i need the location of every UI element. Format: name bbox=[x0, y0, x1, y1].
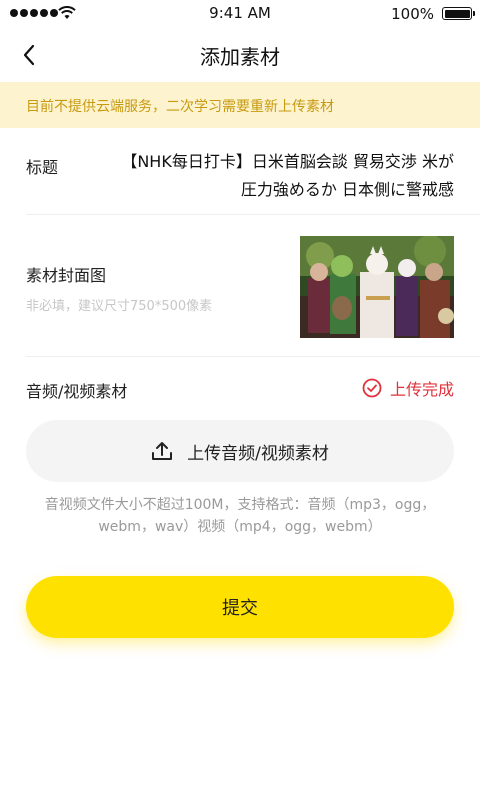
cover-photo-illustration bbox=[300, 236, 454, 338]
page-title: 添加素材 bbox=[200, 45, 280, 69]
upload-media-button[interactable]: 上传音频/视频素材 bbox=[26, 420, 454, 482]
battery-icon bbox=[442, 7, 475, 20]
cover-hint: 非必填，建议尺寸750*500像素 bbox=[26, 299, 213, 314]
format-hint: 音视频文件大小不超过100M，支持格式：音频（mp3，ogg，webm，wav）… bbox=[44, 497, 436, 535]
title-value[interactable]: 【NHK每日打卡】日米首脳会談 貿易交渉 米が圧力強めるか 日本側に警戒感 bbox=[120, 148, 454, 204]
upload-status: 上传完成 bbox=[362, 376, 454, 400]
nav-bar: 添加素材 bbox=[0, 28, 480, 82]
status-bar: 9:41 AM 100% bbox=[0, 0, 480, 28]
notice-text: 目前不提供云端服务，二次学习需要重新上传素材 bbox=[26, 99, 334, 115]
submit-button[interactable]: 提交 bbox=[26, 576, 454, 638]
submit-label: 提交 bbox=[222, 598, 258, 619]
divider bbox=[26, 356, 480, 357]
cover-label: 素材封面图 bbox=[26, 266, 107, 285]
upload-status-text: 上传完成 bbox=[389, 380, 454, 399]
upload-icon bbox=[152, 442, 173, 460]
divider bbox=[26, 214, 480, 215]
media-label: 音频/视频素材 bbox=[26, 382, 128, 401]
notice-banner: 目前不提供云端服务，二次学习需要重新上传素材 bbox=[0, 82, 480, 128]
cover-image[interactable] bbox=[300, 236, 454, 338]
check-circle-icon bbox=[362, 378, 382, 398]
battery-percent: 100% bbox=[391, 5, 434, 23]
upload-button-label: 上传音频/视频素材 bbox=[187, 443, 329, 464]
title-label: 标题 bbox=[26, 158, 59, 177]
